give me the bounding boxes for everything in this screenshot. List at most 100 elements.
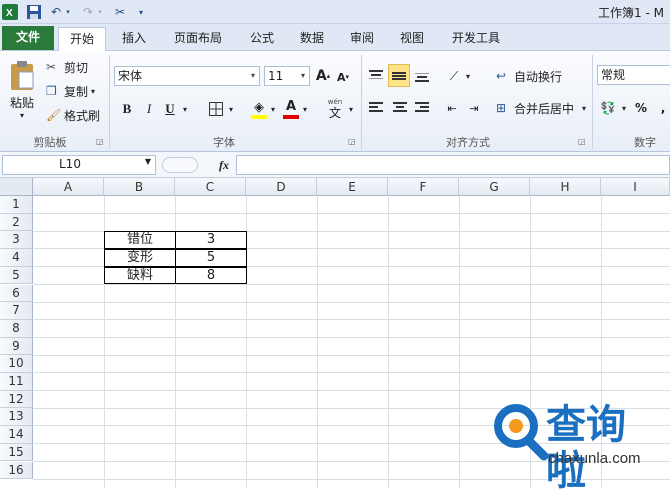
row-header-12[interactable]: 12 (0, 390, 33, 409)
row-header-9[interactable]: 9 (0, 337, 33, 356)
undo-dropdown-icon[interactable]: ▾ (64, 3, 72, 21)
merge-dropdown-icon[interactable]: ▾ (580, 97, 588, 119)
column-header-i[interactable]: I (601, 178, 670, 196)
undo-icon[interactable]: ↶ (48, 3, 64, 21)
grow-font-button[interactable]: A ▴ (314, 66, 332, 86)
align-right-button[interactable] (412, 97, 432, 119)
clipboard-dialog-launcher-icon[interactable]: ◲ (96, 137, 104, 146)
column-header-b[interactable]: B (104, 178, 175, 196)
merge-center-button[interactable]: ⊞ 合并后居中 (496, 97, 580, 119)
orientation-button[interactable]: ⟋ (444, 65, 464, 87)
row-header-16[interactable]: 16 (0, 461, 33, 480)
align-bottom-button[interactable] (412, 65, 432, 87)
row-header-15[interactable]: 15 (0, 443, 33, 462)
align-left-button[interactable] (366, 97, 386, 119)
row-header-5[interactable]: 5 (0, 266, 33, 285)
customize-quick-access-icon[interactable]: ▾ (136, 3, 146, 21)
cell-b5[interactable]: 缺料 (104, 266, 176, 285)
comma-style-button[interactable]: , (656, 97, 670, 119)
increase-indent-button[interactable]: ⇥ (464, 97, 484, 119)
align-middle-button[interactable] (388, 64, 410, 87)
font-color-dropdown-icon[interactable]: ▾ (300, 99, 310, 119)
format-painter-button[interactable]: 🖌 格式刷 (46, 105, 106, 125)
row-header-1[interactable]: 1 (0, 196, 33, 214)
tab-formulas[interactable]: 公式 (240, 27, 284, 51)
underline-button[interactable]: U (162, 99, 178, 119)
font-color-button[interactable]: A (282, 97, 300, 121)
column-header-c[interactable]: C (175, 178, 246, 196)
accounting-dropdown-icon[interactable]: ▾ (620, 97, 628, 119)
paste-dropdown-icon[interactable]: ▾ (20, 111, 24, 120)
tools-icon[interactable]: ✂ (112, 3, 128, 21)
font-size-combo[interactable]: 11 ▾ (264, 66, 310, 86)
tab-home[interactable]: 开始 (58, 27, 106, 51)
column-header-d[interactable]: D (246, 178, 317, 196)
redo-icon[interactable]: ↷ (80, 3, 96, 21)
number-format-combo[interactable]: 常规 (597, 65, 670, 85)
row-header-6[interactable]: 6 (0, 284, 33, 303)
tab-review[interactable]: 审阅 (340, 27, 384, 51)
chevron-down-icon[interactable]: ▾ (297, 67, 309, 85)
borders-button[interactable] (206, 99, 226, 119)
shrink-font-button[interactable]: A ▾ (334, 68, 352, 86)
column-header-f[interactable]: F (388, 178, 459, 196)
redo-dropdown-icon[interactable]: ▾ (96, 3, 104, 21)
formula-input[interactable] (236, 155, 670, 175)
column-header-h[interactable]: H (530, 178, 601, 196)
row-header-7[interactable]: 7 (0, 302, 33, 320)
underline-dropdown-icon[interactable]: ▾ (180, 99, 190, 119)
phonetic-guide-button[interactable]: wén 文 (324, 97, 346, 121)
phonetic-dropdown-icon[interactable]: ▾ (346, 99, 356, 119)
insert-function-icon[interactable]: fx (214, 156, 234, 174)
copy-dropdown-icon[interactable]: ▾ (91, 87, 95, 96)
orientation-dropdown-icon[interactable]: ▾ (464, 65, 472, 87)
cell-b4[interactable]: 变形 (104, 249, 176, 267)
italic-button[interactable]: I (140, 99, 158, 119)
alignment-dialog-launcher-icon[interactable]: ◲ (578, 137, 586, 146)
row-header-8[interactable]: 8 (0, 319, 33, 338)
row-header-2[interactable]: 2 (0, 213, 33, 232)
name-box[interactable]: L10 ▼ (2, 155, 156, 175)
cell-c4[interactable]: 5 (175, 249, 247, 267)
font-dialog-launcher-icon[interactable]: ◲ (348, 137, 356, 146)
column-header-g[interactable]: G (459, 178, 530, 196)
tab-data[interactable]: 数据 (290, 27, 334, 51)
borders-dropdown-icon[interactable]: ▾ (226, 99, 236, 119)
name-box-dropdown-icon[interactable]: ▼ (145, 157, 151, 166)
cell-c3[interactable]: 3 (175, 231, 247, 250)
tab-file[interactable]: 文件 (2, 26, 54, 50)
cell-c5[interactable]: 8 (175, 266, 247, 285)
row-header-13[interactable]: 13 (0, 408, 33, 427)
row-header-14[interactable]: 14 (0, 426, 33, 444)
chevron-down-icon[interactable]: ▾ (247, 67, 259, 85)
row-header-3[interactable]: 3 (0, 231, 33, 250)
bold-button[interactable]: B (118, 99, 136, 119)
percent-style-button[interactable]: % (632, 97, 650, 119)
fill-color-button[interactable]: ◈ (250, 97, 268, 121)
align-top-button[interactable] (366, 65, 386, 87)
font-name-combo[interactable]: 宋体 ▾ (114, 66, 260, 86)
row-header-4[interactable]: 4 (0, 249, 33, 267)
cut-button[interactable]: ✂ 剪切 (46, 57, 96, 77)
tab-page-layout[interactable]: 页面布局 (166, 27, 230, 51)
column-header-e[interactable]: E (317, 178, 388, 196)
tab-insert[interactable]: 插入 (112, 27, 156, 51)
scissors-icon: ✂ (46, 60, 57, 74)
formula-bar-handle[interactable] (162, 157, 198, 173)
gridline (33, 372, 670, 374)
row-header-10[interactable]: 10 (0, 355, 33, 373)
tab-developer[interactable]: 开发工具 (444, 27, 508, 51)
column-header-a[interactable]: A (33, 178, 104, 196)
copy-button[interactable]: ❐ 复制 ▾ (46, 81, 102, 101)
row-header-11[interactable]: 11 (0, 373, 33, 391)
fill-color-dropdown-icon[interactable]: ▾ (268, 99, 278, 119)
select-all-corner[interactable] (0, 178, 33, 196)
cell-b3[interactable]: 错位 (104, 231, 176, 250)
save-icon[interactable] (26, 3, 42, 21)
wrap-text-button[interactable]: ↩ 自动换行 (496, 65, 576, 87)
paste-button[interactable]: 粘贴 ▾ (4, 55, 40, 125)
accounting-format-button[interactable]: 💱 (598, 97, 618, 119)
tab-view[interactable]: 视图 (390, 27, 434, 51)
decrease-indent-button[interactable]: ⇤ (442, 97, 462, 119)
align-center-button[interactable] (390, 97, 410, 119)
